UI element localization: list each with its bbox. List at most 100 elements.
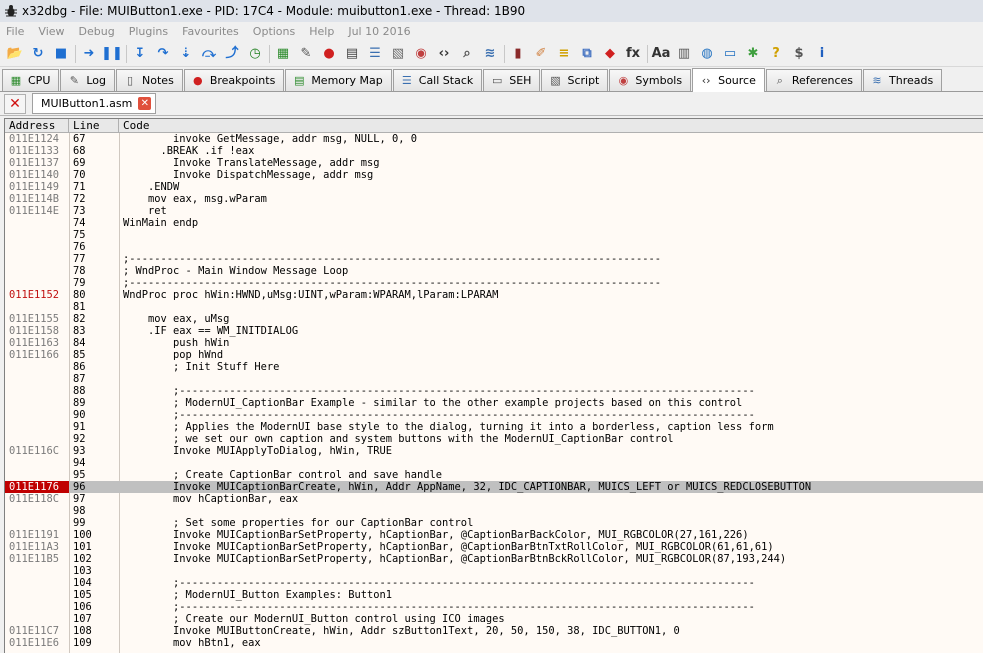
tab-script[interactable]: ▧ Script: [541, 69, 609, 91]
help-button[interactable]: ?: [765, 43, 787, 65]
tab-notes[interactable]: ▯ Notes: [116, 69, 183, 91]
column-header-address[interactable]: Address: [5, 119, 69, 132]
source-row[interactable]: 011E116C 93 Invoke MUIApplyToDialog, hWin…: [5, 445, 983, 457]
tab-call-stack[interactable]: ☰ Call Stack: [392, 69, 483, 91]
tab-cpu[interactable]: ▦ CPU: [2, 69, 60, 91]
source-row[interactable]: 011E1163 84 push hWin: [5, 337, 983, 349]
source-row[interactable]: 95 ; Create CaptionBar control and save …: [5, 469, 983, 481]
source-row[interactable]: 86 ; Init Stuff Here: [5, 361, 983, 373]
donate-button[interactable]: $: [788, 43, 810, 65]
about-button[interactable]: i: [811, 43, 833, 65]
tab-references[interactable]: ⌕ References: [765, 69, 862, 91]
source-row[interactable]: 79 ;-------------------------------------…: [5, 277, 983, 289]
restart-button[interactable]: ↻: [27, 43, 49, 65]
step-over-button[interactable]: ↷: [152, 43, 174, 65]
tab-seh[interactable]: ▭ SEH: [483, 69, 541, 91]
tab-threads[interactable]: ≋ Threads: [863, 69, 943, 91]
trace-over-button[interactable]: ⤼: [198, 43, 220, 65]
menu-file[interactable]: File: [0, 25, 31, 38]
log-button[interactable]: ✎: [295, 43, 317, 65]
source-row[interactable]: 106 ;-----------------------------------…: [5, 601, 983, 613]
source-row[interactable]: 75: [5, 229, 983, 241]
stop-button[interactable]: ■: [50, 43, 72, 65]
call-stack-button[interactable]: ☰: [364, 43, 386, 65]
source-row[interactable]: 011E118C 97 mov hCaptionBar, eax: [5, 493, 983, 505]
labels-button[interactable]: ≡: [553, 43, 575, 65]
tab-symbols[interactable]: ◉ Symbols: [609, 69, 692, 91]
source-row[interactable]: 90 ;------------------------------------…: [5, 409, 983, 421]
source-row[interactable]: 94: [5, 457, 983, 469]
run-to-user-code-button[interactable]: ◷: [244, 43, 266, 65]
menu-help[interactable]: Help: [302, 25, 341, 38]
source-row[interactable]: 011E1152 80 WndProc proc hWin:HWND,uMsg:UI…: [5, 289, 983, 301]
source-row[interactable]: 011E114B 72 mov eax, msg.wParam: [5, 193, 983, 205]
threads-button[interactable]: ≋: [479, 43, 501, 65]
source-row[interactable]: 104 ;-----------------------------------…: [5, 577, 983, 589]
source-row[interactable]: 107 ; Create our ModernUI_Button control…: [5, 613, 983, 625]
source-row[interactable]: 011E11E6 109 mov hBtn1, eax: [5, 637, 983, 649]
plugin-button[interactable]: ✱: [742, 43, 764, 65]
source-row[interactable]: 011E1133 68 .BREAK .if !eax: [5, 145, 983, 157]
breakpoint-button[interactable]: ●: [318, 43, 340, 65]
open-button[interactable]: 📂: [4, 43, 26, 65]
tab-log[interactable]: ✎ Log: [60, 69, 116, 91]
source-row[interactable]: 105 ; ModernUI_Button Examples: Button1: [5, 589, 983, 601]
run-button[interactable]: ➜: [78, 43, 100, 65]
script-button[interactable]: ▧: [387, 43, 409, 65]
source-row[interactable]: 011E1155 82 mov eax, uMsg: [5, 313, 983, 325]
close-all-button[interactable]: ✕: [4, 93, 26, 114]
source-row[interactable]: 011E1124 67 invoke GetMessage, addr msg, …: [5, 133, 983, 145]
current-instruction-row[interactable]: 011E1176 96 Invoke MUICaptionBarCreate, h…: [5, 481, 983, 493]
fx-button[interactable]: fx: [622, 43, 644, 65]
tab-memory-map[interactable]: ▤ Memory Map: [285, 69, 392, 91]
menu-favourites[interactable]: Favourites: [175, 25, 246, 38]
execute-till-return-button[interactable]: ⤴: [221, 43, 243, 65]
source-row[interactable]: 88 ;------------------------------------…: [5, 385, 983, 397]
source-row[interactable]: 011E1191 100 Invoke MUICaptionBarSetPrope…: [5, 529, 983, 541]
source-row[interactable]: 77 ;-------------------------------------…: [5, 253, 983, 265]
source-row[interactable]: 91 ; Applies the ModernUI base style to …: [5, 421, 983, 433]
menu-jul-10-2016[interactable]: Jul 10 2016: [341, 25, 417, 38]
screen-button[interactable]: ▭: [719, 43, 741, 65]
memory-map-button[interactable]: ▤: [341, 43, 363, 65]
menu-options[interactable]: Options: [246, 25, 302, 38]
calculator-button[interactable]: ▥: [673, 43, 695, 65]
source-row[interactable]: 78 ; WndProc - Main Window Message Loop: [5, 265, 983, 277]
tab-source[interactable]: ‹› Source: [692, 68, 765, 92]
source-row[interactable]: 011E11B5 102 Invoke MUICaptionBarSetPrope…: [5, 553, 983, 565]
source-row[interactable]: 98: [5, 505, 983, 517]
source-button[interactable]: ‹›: [433, 43, 455, 65]
step-into-button[interactable]: ↧: [129, 43, 151, 65]
comments-button[interactable]: ✐: [530, 43, 552, 65]
source-row[interactable]: 103: [5, 565, 983, 577]
source-row[interactable]: 011E1140 70 Invoke DispatchMessage, addr …: [5, 169, 983, 181]
menu-debug[interactable]: Debug: [72, 25, 122, 38]
column-header-code[interactable]: Code: [119, 119, 983, 132]
patch-button[interactable]: ▮: [507, 43, 529, 65]
trace-into-button[interactable]: ⇣: [175, 43, 197, 65]
source-row[interactable]: 89 ; ModernUI_CaptionBar Example - simil…: [5, 397, 983, 409]
source-row[interactable]: 99 ; Set some properties for our Caption…: [5, 517, 983, 529]
source-row[interactable]: 81: [5, 301, 983, 313]
source-file-tab[interactable]: MUIButton1.asm ✕: [32, 93, 157, 114]
source-row[interactable]: 011E11C7 108 Invoke MUIButtonCreate, hWin…: [5, 625, 983, 637]
menu-view[interactable]: View: [31, 25, 71, 38]
references-button[interactable]: ⌕: [456, 43, 478, 65]
cpu-button[interactable]: ▦: [272, 43, 294, 65]
source-row[interactable]: 011E11A3 101 Invoke MUICaptionBarSetPrope…: [5, 541, 983, 553]
source-view[interactable]: Address Line Code 011E1124 67 invoke GetM…: [4, 118, 983, 653]
source-row[interactable]: 011E1137 69 Invoke TranslateMessage, addr…: [5, 157, 983, 169]
source-row[interactable]: 011E114E 73 ret: [5, 205, 983, 217]
source-row[interactable]: 011E1166 85 pop hWnd: [5, 349, 983, 361]
functions-button[interactable]: ◆: [599, 43, 621, 65]
source-row[interactable]: 76: [5, 241, 983, 253]
tab-breakpoints[interactable]: ● Breakpoints: [183, 69, 285, 91]
close-tab-icon[interactable]: ✕: [138, 97, 152, 110]
pause-button[interactable]: ❚❚: [101, 43, 123, 65]
globe-button[interactable]: ◍: [696, 43, 718, 65]
symbols-button[interactable]: ◉: [410, 43, 432, 65]
bookmarks-button[interactable]: ⧉: [576, 43, 598, 65]
source-row[interactable]: 011E1149 71 .ENDW: [5, 181, 983, 193]
column-header-line[interactable]: Line: [69, 119, 119, 132]
source-row[interactable]: 011E1158 83 .IF eax == WM_INITDIALOG: [5, 325, 983, 337]
